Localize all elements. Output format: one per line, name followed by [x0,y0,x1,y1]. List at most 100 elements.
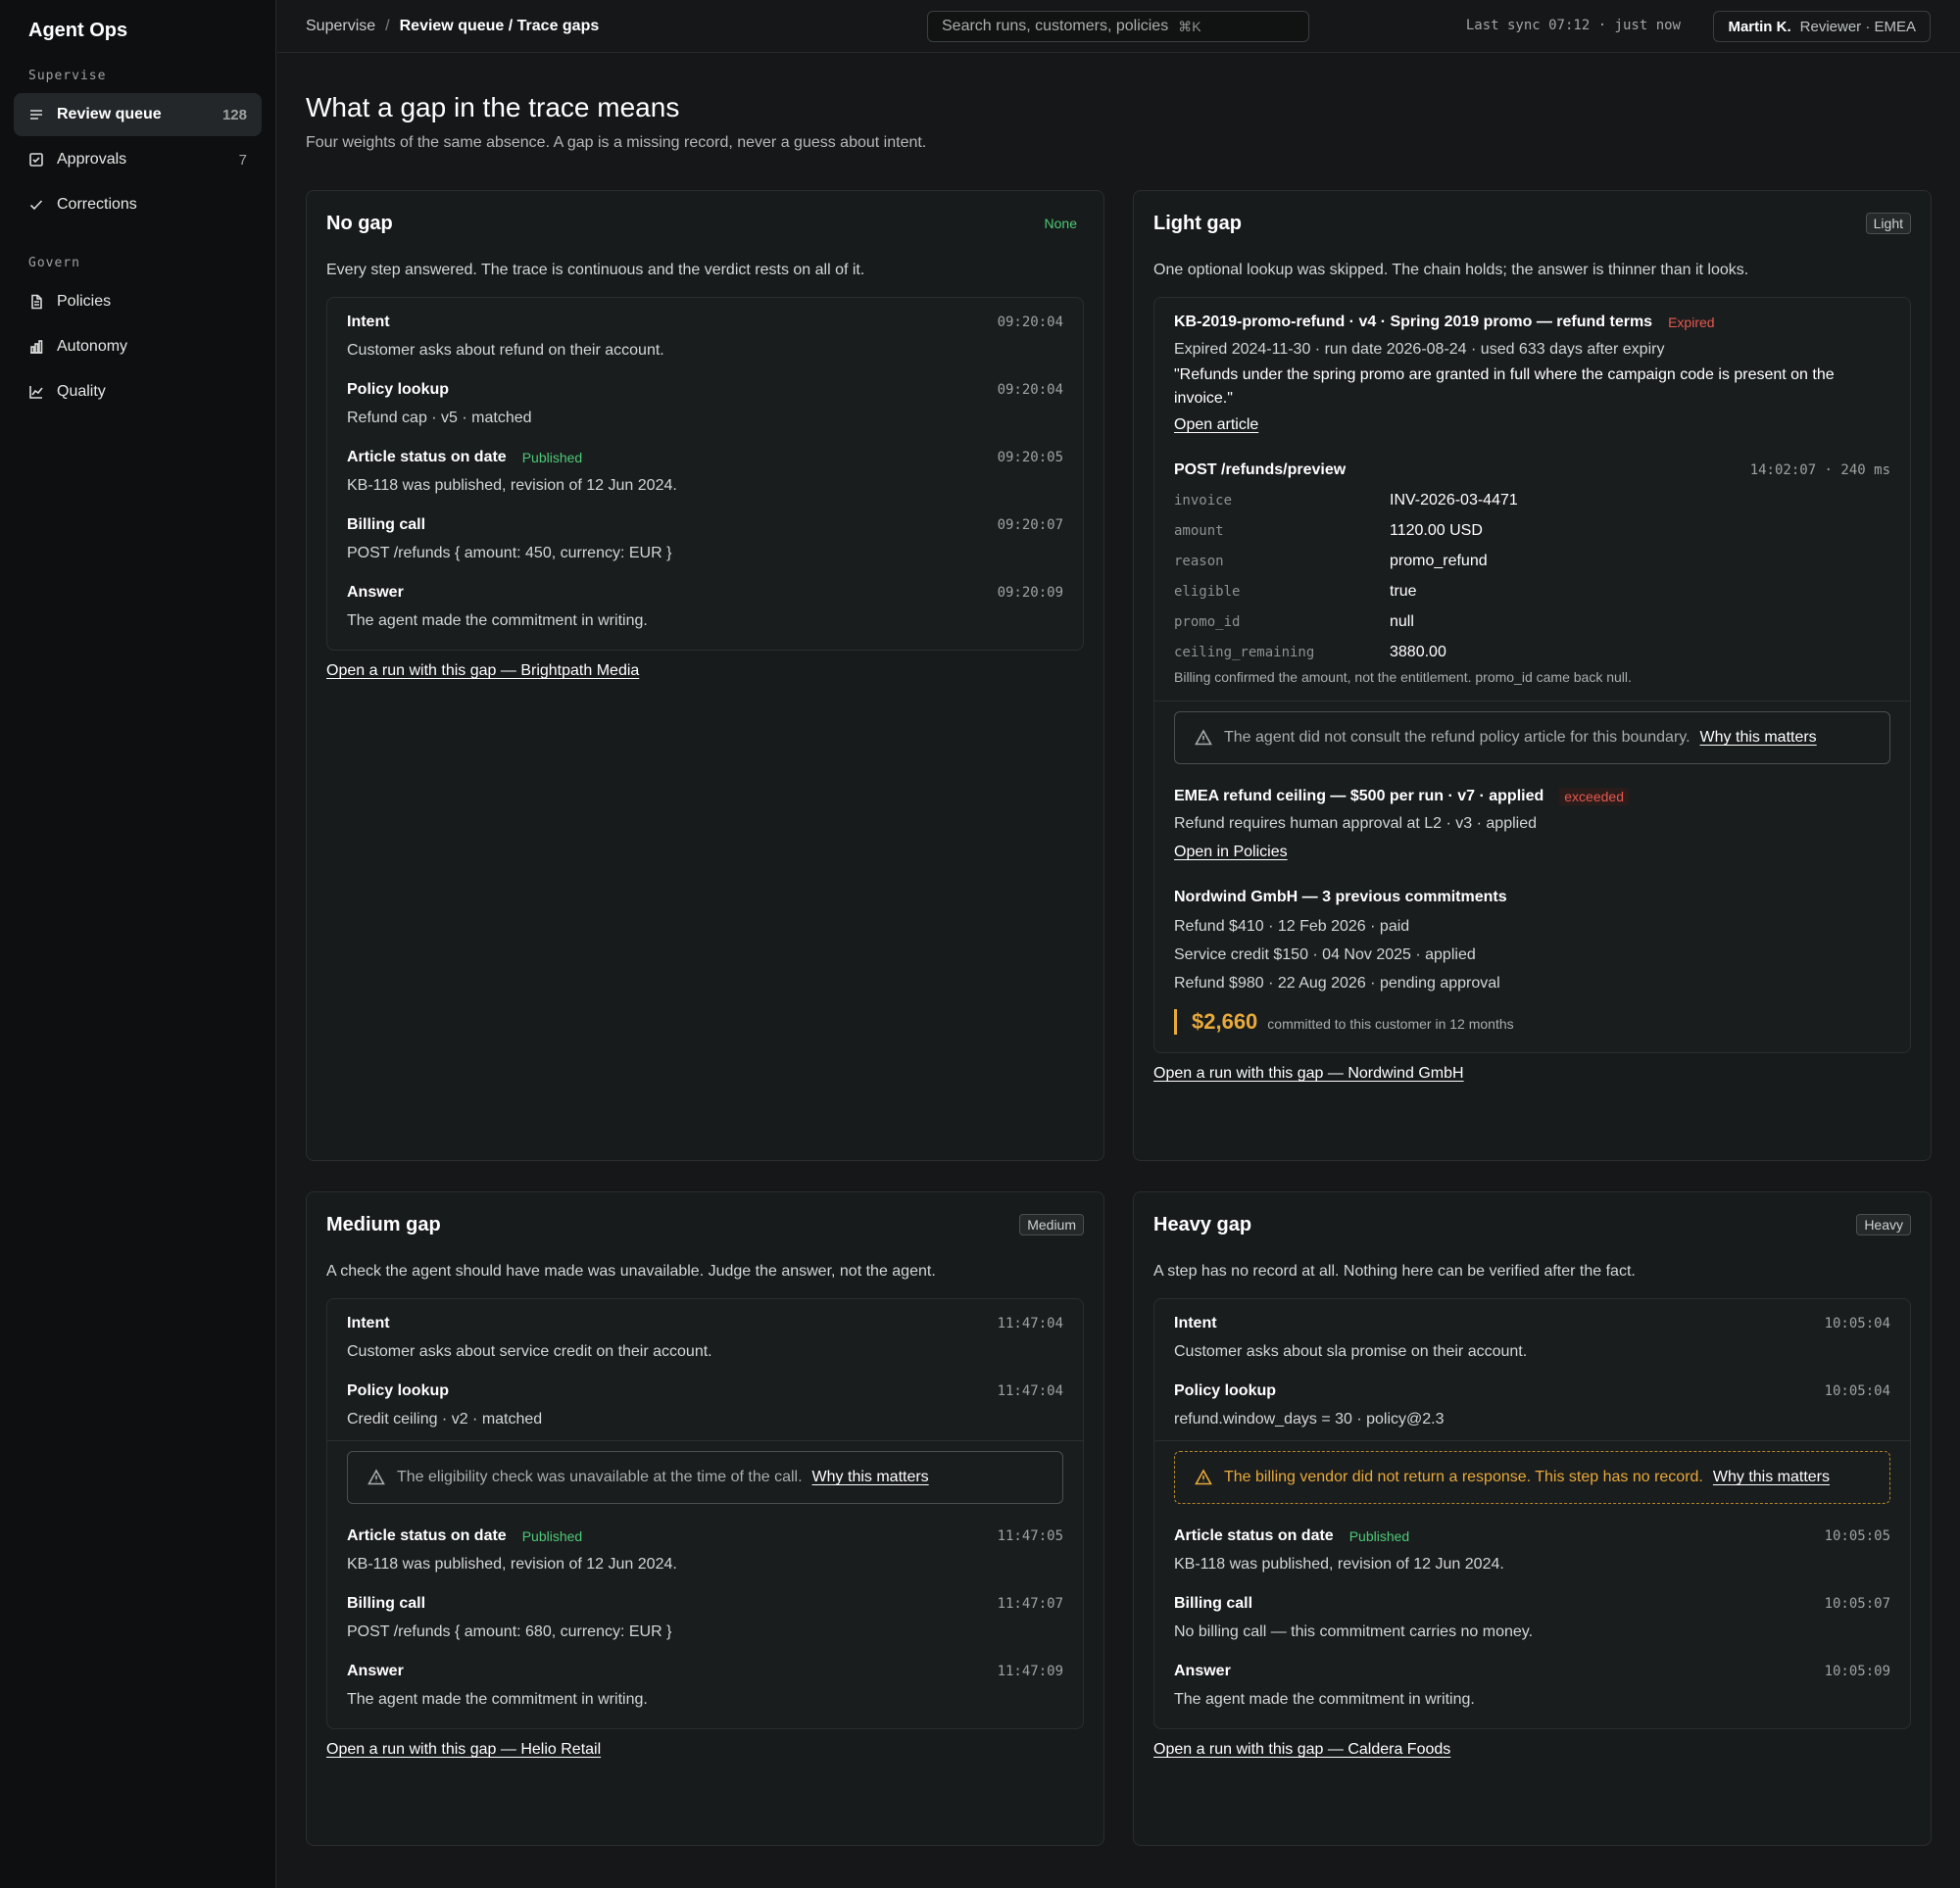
warning-text: The eligibility check was unavailable at… [397,1469,803,1485]
topbar: Supervise / Review queue / Trace gaps Se… [277,0,1960,53]
open-in-policies-link[interactable]: Open in Policies [1174,844,1288,860]
sidebar-item-corrections[interactable]: Corrections [14,183,262,226]
trace-list: Intent 09:20:04 Customer asks about refun… [326,297,1084,651]
open-run-link[interactable]: Open a run with this gap — Helio Retail [326,1741,601,1758]
step-time: 09:20:05 [997,450,1063,465]
user-role: Reviewer · EMEA [1799,18,1916,35]
why-this-matters-link[interactable]: Why this matters [812,1469,929,1486]
step-body: Refund cap · v5 · matched [347,410,532,426]
step-time: 09:20:04 [997,315,1063,330]
search-placeholder: Search runs, customers, policies [942,18,1169,34]
status-badge: Published [521,450,583,465]
sidebar-item-autonomy[interactable]: Autonomy [14,325,262,368]
policy-line: Refund requires human approval at L2 · v… [1174,815,1537,832]
card-title: Light gap [1153,212,1242,234]
request-note: Billing confirmed the amount, not the en… [1174,669,1632,685]
history-title: Nordwind GmbH — 3 previous commitments [1174,889,1507,905]
step-time: 11:47:04 [997,1383,1063,1399]
sidebar-item-review-queue[interactable]: Review queue 128 [14,93,262,136]
trace-step: Article status on date Published 11:47:05 … [347,1525,1063,1593]
breadcrumb-root[interactable]: Supervise [306,18,375,35]
article-title: KB-2019-promo-refund · v4 · Spring 2019 … [1174,314,1653,330]
page-title: What a gap in the trace means [306,92,680,122]
sidebar-item-quality[interactable]: Quality [14,370,262,413]
warning-icon [1195,1469,1212,1486]
field-value: null [1390,612,1414,630]
divider [1154,1440,1910,1441]
severity-badge: Heavy [1856,1214,1911,1235]
breadcrumb: Supervise / Review queue / Trace gaps [306,18,599,35]
card-description: One optional lookup was skipped. The cha… [1153,262,1749,278]
step-body: refund.window_days = 30 · policy@2.3 [1174,1411,1445,1428]
open-run-link[interactable]: Open a run with this gap — Nordwind GmbH [1153,1065,1464,1082]
step-body: POST /refunds { amount: 680, currency: E… [347,1623,672,1640]
step-time: 11:47:09 [997,1664,1063,1679]
step-body: Customer asks about service credit on th… [347,1343,712,1360]
field-key: reason [1174,553,1224,569]
trace-step: Intent 11:47:04 Customer asks about servi… [347,1313,1063,1380]
warning-text: The agent did not consult the refund pol… [1224,729,1690,746]
sidebar-item-approvals[interactable]: Approvals 7 [14,138,262,181]
sidebar: Agent Ops Supervise Review queue 128 App… [0,0,276,1888]
trace-list: Intent 11:47:04 Customer asks about servi… [326,1298,1084,1729]
step-time: 11:47:05 [997,1528,1063,1544]
user-menu[interactable]: Martin K. Reviewer · EMEA [1713,11,1931,42]
card-title: No gap [326,212,393,234]
step-body: The agent made the commitment in writing… [1174,1691,1475,1708]
why-this-matters-link[interactable]: Why this matters [1713,1469,1830,1486]
trace-list: KB-2019-promo-refund · v4 · Spring 2019 … [1153,297,1911,1053]
request-field: reason promo_refund [1174,546,1890,576]
open-article-link[interactable]: Open article [1174,416,1258,433]
trace-step: Billing call 10:05:07 No billing call — t… [1174,1593,1890,1661]
trace-step: Policy lookup 10:05:04 refund.window_days… [1174,1380,1890,1440]
open-run-link[interactable]: Open a run with this gap — Caldera Foods [1153,1741,1450,1758]
policy-block: EMEA refund ceiling — $500 per run · v7 … [1174,786,1890,887]
step-body: KB-118 was published, revision of 12 Jun… [347,1556,677,1573]
request-title: POST /refunds/preview [1174,461,1347,478]
severity-badge: Light [1865,213,1911,234]
step-title: Answer [347,1663,404,1679]
step-body: KB-118 was published, revision of 12 Jun… [347,477,677,494]
step-title: Policy lookup [347,381,450,398]
step-title: Article status on date [347,1527,507,1544]
step-time: 09:20:09 [997,585,1063,601]
step-body: POST /refunds { amount: 450, currency: E… [347,545,672,561]
status-badge: Published [521,1528,583,1544]
request-block: POST /refunds/preview 14:02:07 · 240 ms i… [1174,460,1890,701]
trace-step: Billing call 11:47:07 POST /refunds { amo… [347,1593,1063,1661]
card-description: A step has no record at all. Nothing her… [1153,1263,1636,1280]
field-value: 3880.00 [1390,643,1446,660]
nav-section-govern: Govern [28,256,80,270]
sidebar-item-policies[interactable]: Policies [14,280,262,323]
sidebar-item-label: Autonomy [57,338,128,355]
field-key: eligible [1174,583,1241,600]
card-light-gap: Light gap Light One optional lookup was … [1133,190,1932,1161]
step-title: Article status on date [1174,1527,1334,1544]
field-value: promo_refund [1390,552,1488,569]
trace-list: Intent 10:05:04 Customer asks about sla p… [1153,1298,1911,1729]
divider [1154,701,1910,702]
request-field: eligible true [1174,576,1890,606]
request-time: 14:02:07 · 240 ms [1749,462,1890,478]
card-description: A check the agent should have made was u… [326,1263,936,1280]
request-fields: invoice INV-2026-03-4471 amount 1120.00 US… [1174,485,1890,667]
why-this-matters-link[interactable]: Why this matters [1700,729,1817,747]
step-body: Customer asks about refund on their acco… [347,342,664,359]
field-value: INV-2026-03-4471 [1390,491,1518,508]
warning-banner: The agent did not consult the refund pol… [1174,711,1890,764]
warning-icon [1195,729,1212,747]
step-title: Intent [1174,1315,1217,1331]
step-body: The agent made the commitment in writing… [347,612,648,629]
step-body: No billing call — this commitment carrie… [1174,1623,1534,1640]
step-body: Customer asks about sla promise on their… [1174,1343,1528,1360]
step-title: Billing call [347,1595,426,1612]
open-run-link[interactable]: Open a run with this gap — Brightpath Me… [326,662,639,679]
step-time: 11:47:04 [997,1316,1063,1331]
severity-badge: None [1044,216,1077,231]
article-quote: "Refunds under the spring promo are gran… [1174,366,1835,407]
step-title: Answer [1174,1663,1231,1679]
history-line: Refund $980 · 22 Aug 2026 · pending appr… [1174,975,1500,992]
search-input[interactable]: Search runs, customers, policies ⌘K [927,11,1309,42]
nav-section-supervise: Supervise [28,69,107,83]
trace-step: Intent 09:20:04 Customer asks about refun… [347,312,1063,379]
